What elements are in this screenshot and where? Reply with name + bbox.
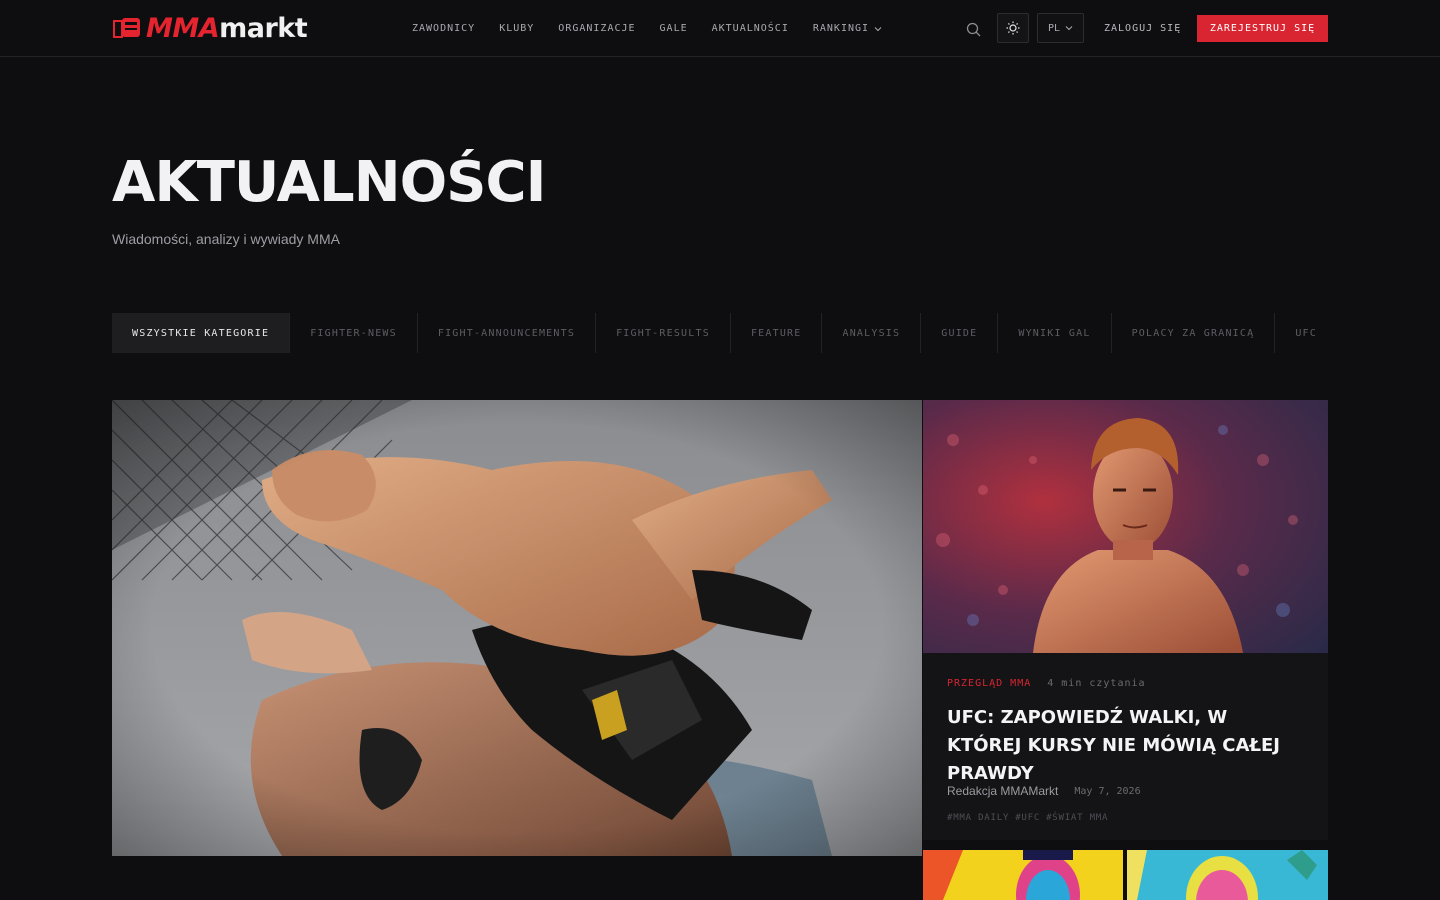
- category-tabs: WSZYSTKIE KATEGORIE FIGHTER-NEWS FIGHT-A…: [112, 313, 1337, 353]
- nav-item-label: KLUBY: [499, 23, 535, 34]
- site-logo[interactable]: MMA markt: [112, 12, 308, 44]
- site-header: MMA markt ZAWODNICY KLUBY ORGANIZACJE GA…: [0, 0, 1440, 57]
- article-thumbnail[interactable]: [923, 850, 1123, 900]
- tab-fight-results[interactable]: FIGHT-RESULTS: [596, 313, 731, 353]
- nav-item-label: RANKINGI: [812, 23, 870, 34]
- tab-ufc[interactable]: UFC: [1275, 313, 1337, 353]
- page-title: AKTUALNOŚCI: [112, 150, 546, 215]
- chevron-down-icon: [874, 26, 882, 31]
- nav-item-label: GALE: [659, 23, 688, 34]
- language-value: PL: [1047, 22, 1061, 34]
- nav-item-organizacje[interactable]: ORGANIZACJE: [558, 23, 635, 34]
- page-subtitle: Wiadomości, analizy i wywiady MMA: [112, 231, 340, 247]
- logo-markt-text: markt: [219, 12, 308, 44]
- article-date: May 7, 2026: [1074, 785, 1141, 797]
- tab-all-categories[interactable]: WSZYSTKIE KATEGORIE: [112, 313, 291, 353]
- article-tag[interactable]: #ŚWIAT MMA: [1046, 813, 1108, 823]
- logo-mma-text: MMA: [146, 12, 220, 44]
- nav-item-rankingi[interactable]: RANKINGI: [813, 23, 882, 34]
- sun-icon: [1006, 21, 1020, 35]
- search-button[interactable]: [962, 18, 984, 40]
- tab-feature[interactable]: FEATURE: [731, 313, 823, 353]
- article-thumbnail[interactable]: [1127, 850, 1328, 900]
- article-title[interactable]: UFC: ZAPOWIEDŹ WALKI, W KTÓREJ KURSY NIE…: [947, 704, 1307, 788]
- featured-article-image[interactable]: [112, 400, 922, 856]
- tab-analysis[interactable]: ANALYSIS: [822, 313, 922, 353]
- language-select[interactable]: PL: [1037, 13, 1084, 43]
- article-read-time: 4 min czytania: [1047, 678, 1146, 689]
- article-card-image[interactable]: [923, 400, 1328, 653]
- article-author: Redakcja MMAMarkt: [947, 784, 1059, 798]
- thumbnail-photo: [923, 850, 1123, 900]
- login-button[interactable]: ZALOGUJ SIĘ: [1104, 13, 1181, 43]
- article-tag[interactable]: #UFC: [1015, 813, 1040, 823]
- chevron-down-icon: [1065, 26, 1073, 31]
- nav-item-gale[interactable]: GALE: [660, 23, 688, 34]
- thumbnail-photo: [1127, 850, 1328, 900]
- tab-fighter-news[interactable]: FIGHTER-NEWS: [290, 313, 418, 353]
- article-byline: Redakcja MMAMarkt May 7, 2026: [947, 784, 1141, 798]
- main-nav: ZAWODNICY KLUBY ORGANIZACJE GALE AKTUALN…: [412, 0, 906, 57]
- theme-toggle-button[interactable]: [997, 13, 1029, 43]
- article-tag[interactable]: #MMA DAILY: [947, 813, 1009, 823]
- fighter-photo: [923, 400, 1328, 653]
- tab-fight-announcements[interactable]: FIGHT-ANNOUNCEMENTS: [418, 313, 597, 353]
- register-button[interactable]: ZAREJESTRUJ SIĘ: [1197, 15, 1328, 42]
- nav-item-kluby[interactable]: KLUBY: [499, 23, 534, 34]
- nav-item-label: ZAWODNICY: [412, 23, 476, 34]
- glove-icon: [113, 18, 140, 38]
- article-category[interactable]: PRZEGLĄD MMA: [947, 678, 1031, 689]
- tab-polacy-za-granica[interactable]: POLACY ZA GRANICĄ: [1112, 313, 1276, 353]
- article-meta: PRZEGLĄD MMA 4 min czytania: [947, 678, 1146, 689]
- tab-wyniki-gal[interactable]: WYNIKI GAL: [998, 313, 1112, 353]
- nav-item-label: ORGANIZACJE: [558, 23, 636, 34]
- tab-guide[interactable]: GUIDE: [921, 313, 999, 353]
- article-card[interactable]: PRZEGLĄD MMA 4 min czytania UFC: ZAPOWIE…: [923, 400, 1328, 840]
- nav-item-zawodnicy[interactable]: ZAWODNICY: [412, 23, 475, 34]
- nav-item-aktualnosci[interactable]: AKTUALNOŚCI: [712, 23, 789, 34]
- article-tags: #MMA DAILY #UFC #ŚWIAT MMA: [947, 813, 1114, 823]
- featured-photo: [112, 400, 922, 856]
- search-icon: [966, 22, 980, 36]
- nav-item-label: AKTUALNOŚCI: [711, 23, 789, 34]
